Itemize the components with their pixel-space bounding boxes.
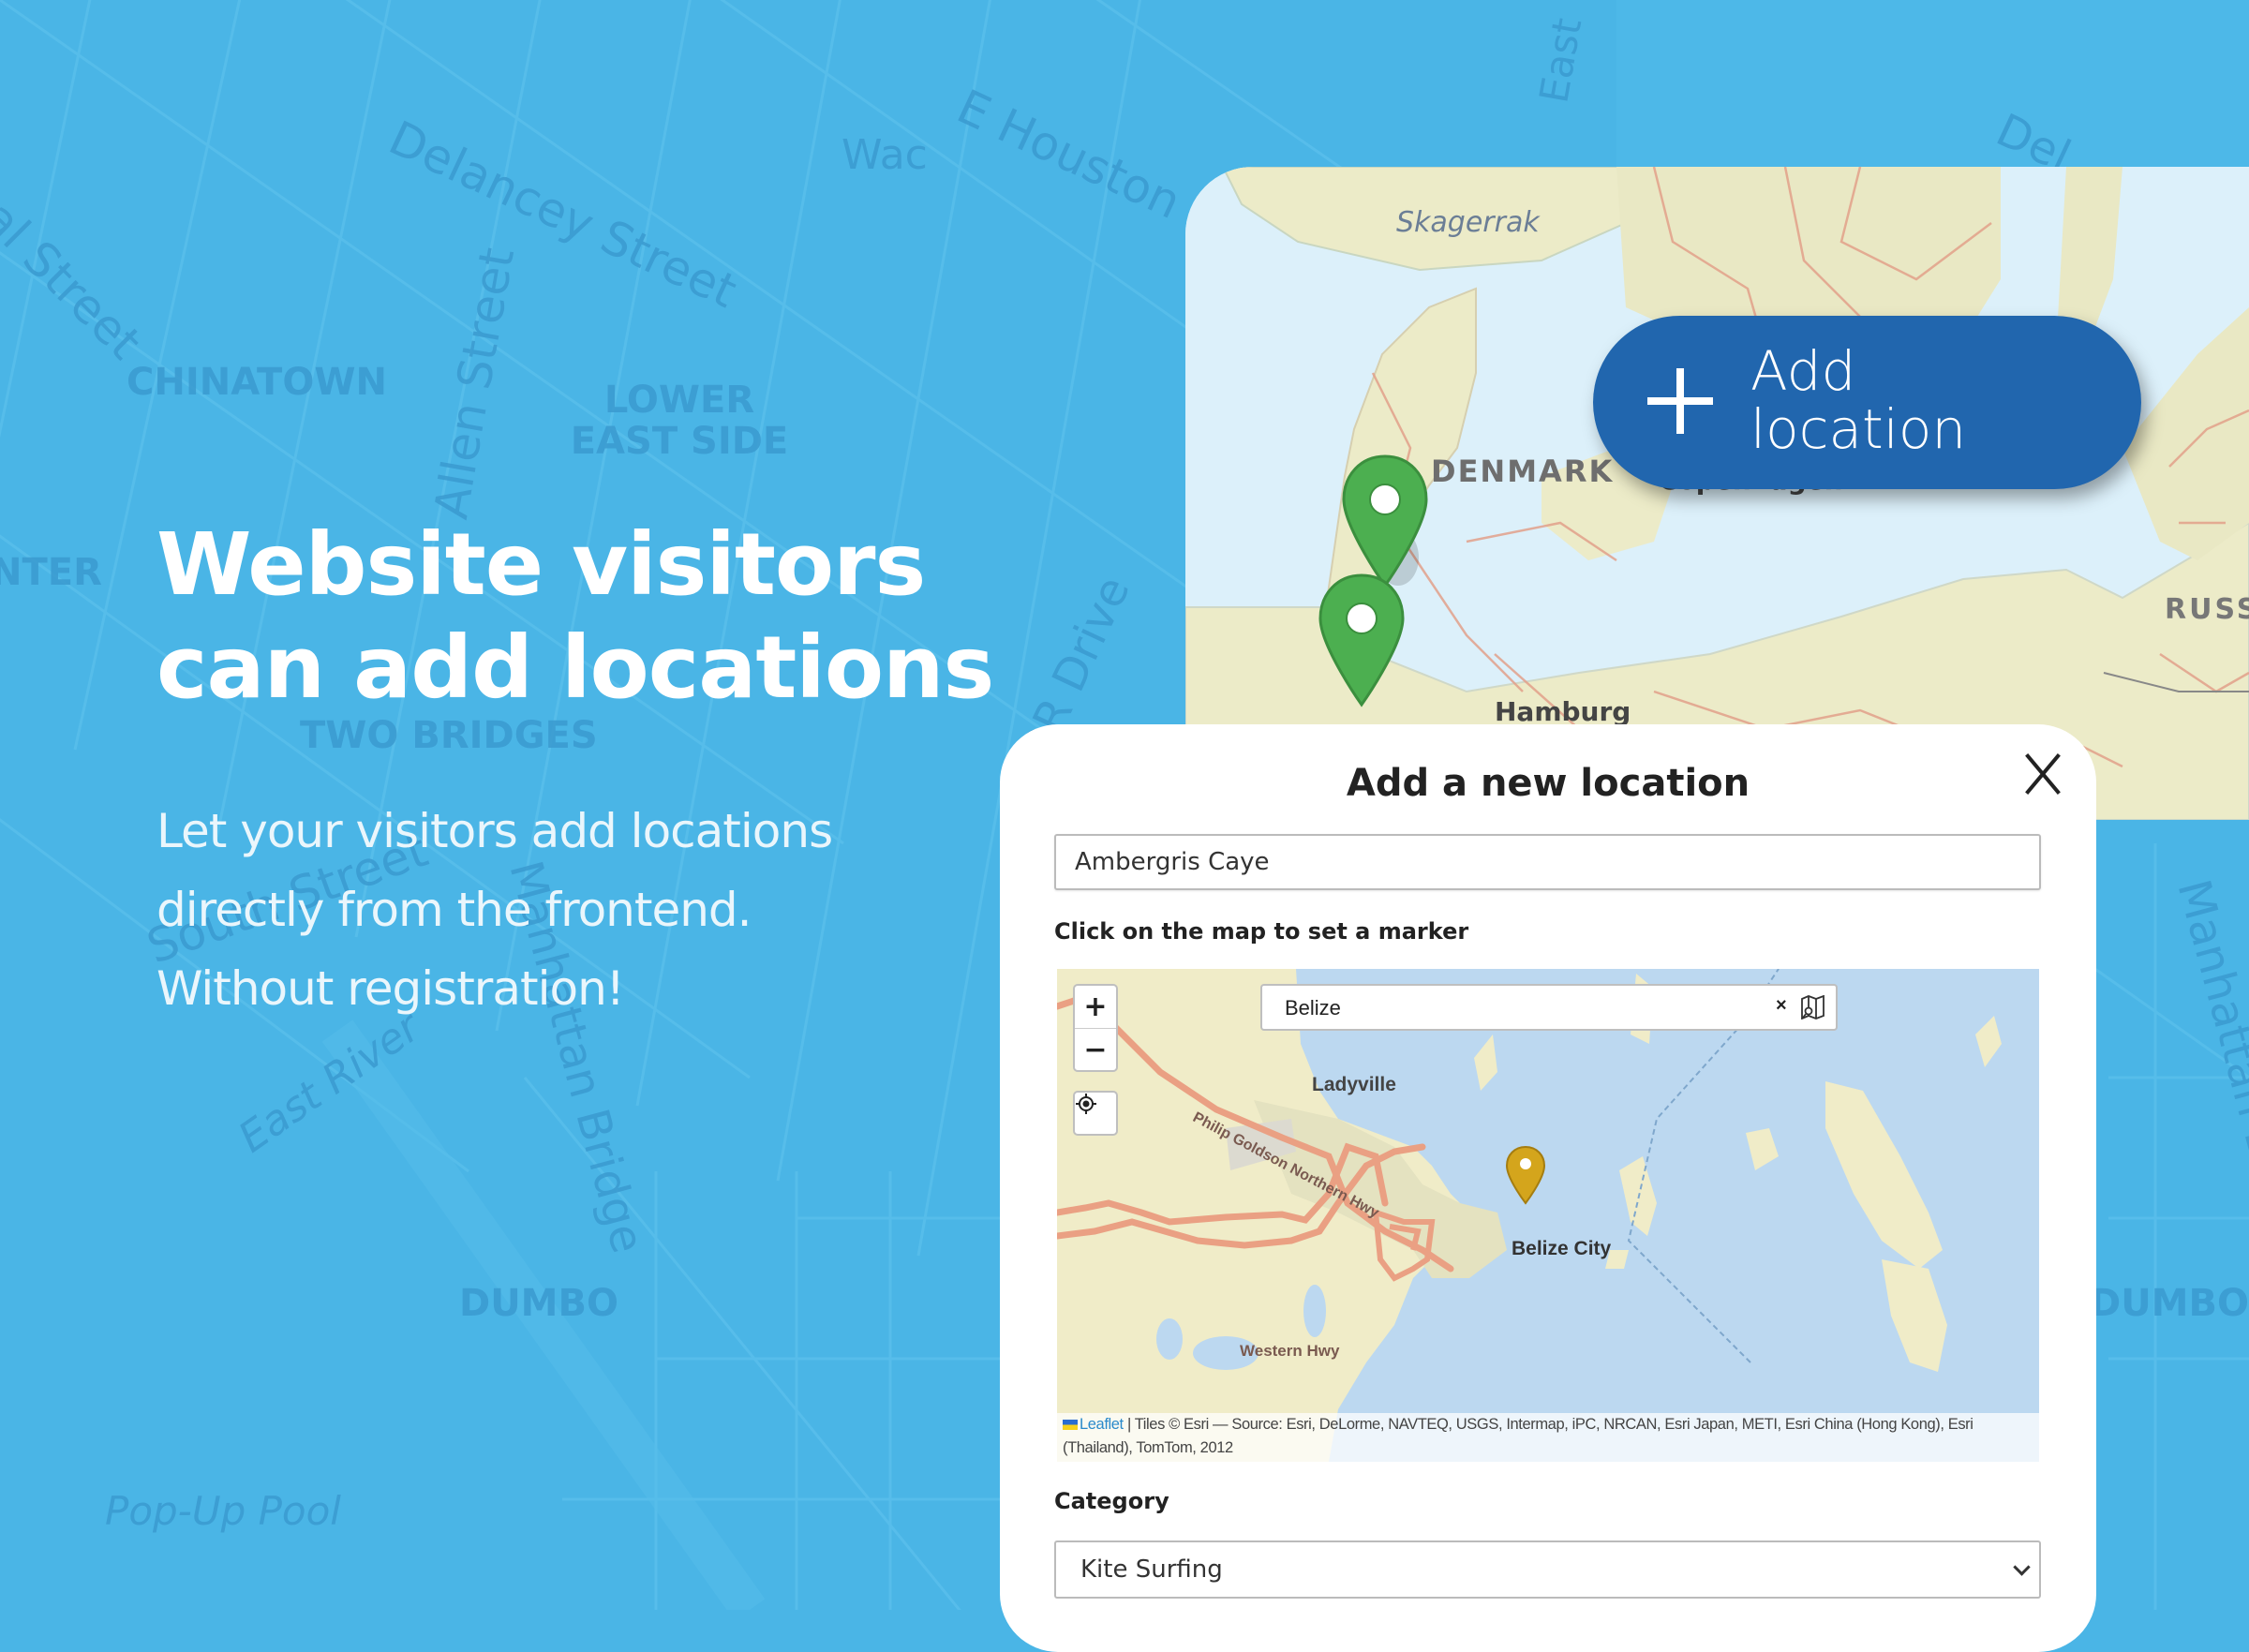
crosshair-icon [1076, 1094, 1096, 1114]
clear-search-icon[interactable]: × [1776, 995, 1787, 1017]
map-search-value[interactable]: Belize [1285, 996, 1341, 1020]
map-label-russia: RUSS [2165, 593, 2249, 626]
belize-map-tiles [1057, 969, 2039, 1462]
map-label-skagerrak: Skagerrak [1396, 206, 1540, 239]
leaflet-link[interactable]: Leaflet [1080, 1416, 1124, 1433]
locate-me-button[interactable] [1073, 1091, 1118, 1136]
map-search-box[interactable]: Belize × [1260, 984, 1838, 1031]
bg-label-dumbo-right: DUMBO [2090, 1282, 2249, 1325]
map-label-denmark: DENMARK [1431, 454, 1615, 489]
category-select-value: Kite Surfing [1080, 1555, 1223, 1584]
hero-headline-line2: can add locations [156, 618, 994, 718]
bg-label-two-bridges: TWO BRIDGES [300, 714, 598, 757]
close-icon[interactable] [2021, 752, 2064, 796]
bg-label-pop-up-pool: Pop-Up Pool [105, 1488, 341, 1534]
add-location-label-line2: location [1750, 397, 1967, 461]
map-attribution: Leaflet | Tiles © Esri — Source: Esri, D… [1057, 1413, 2039, 1462]
map-label-belize-city: Belize City [1512, 1238, 1612, 1259]
add-location-label: Add location [1750, 342, 1966, 458]
location-picker-map[interactable]: Ladyville Philip Goldson Northern Hwy Be… [1057, 969, 2039, 1462]
map-label-western-hwy: Western Hwy [1240, 1342, 1340, 1360]
ukraine-flag-icon [1063, 1420, 1078, 1430]
bg-label-chinatown: CHINATOWN [127, 361, 387, 404]
map-search-icon[interactable] [1800, 995, 1826, 1019]
bg-label-les-text: LOWER EAST SIDE [570, 379, 789, 463]
selected-location-marker-icon[interactable] [1505, 1145, 1546, 1205]
plus-icon [1647, 368, 1713, 434]
hero-headline: Website visitors can add locations [156, 513, 994, 720]
map-marker-icon[interactable] [1340, 454, 1430, 590]
hero-subtext-line2: directly from the frontend. [156, 883, 752, 937]
attribution-text: | Tiles © Esri — Source: Esri, DeLorme, … [1063, 1416, 1973, 1456]
bg-label-center: NTER [0, 551, 102, 594]
hero-subtext: Let your visitors add locations directly… [156, 792, 833, 1028]
zoom-out-button[interactable]: − [1075, 1028, 1116, 1071]
add-location-button[interactable]: Add location [1593, 316, 2141, 489]
hero-subtext-line3: Without registration! [156, 961, 625, 1016]
modal-title: Add a new location [1346, 762, 1750, 805]
hero-subtext-line1: Let your visitors add locations [156, 804, 833, 858]
bg-label-wac: Wac [842, 131, 928, 179]
bg-label-les: LOWER EAST SIDE [562, 380, 797, 462]
add-location-modal: Add a new location Click on the map to s… [1000, 724, 2096, 1652]
add-location-label-line1: Add [1750, 339, 1856, 403]
zoom-control: + − [1073, 984, 1118, 1072]
hero-headline-line1: Website visitors [156, 514, 926, 615]
map-label-ladyville: Ladyville [1312, 1074, 1396, 1095]
map-marker-icon[interactable] [1317, 573, 1407, 709]
category-select[interactable]: Kite Surfing [1054, 1540, 2041, 1599]
bg-label-dumbo: DUMBO [459, 1282, 618, 1325]
map-label-hamburg: Hamburg [1495, 696, 1631, 727]
chevron-down-icon [2013, 1558, 2031, 1576]
category-label: Category [1054, 1488, 1169, 1514]
location-name-input[interactable] [1054, 834, 2041, 890]
zoom-in-button[interactable]: + [1075, 986, 1116, 1028]
map-instruction-label: Click on the map to set a marker [1054, 918, 1469, 945]
